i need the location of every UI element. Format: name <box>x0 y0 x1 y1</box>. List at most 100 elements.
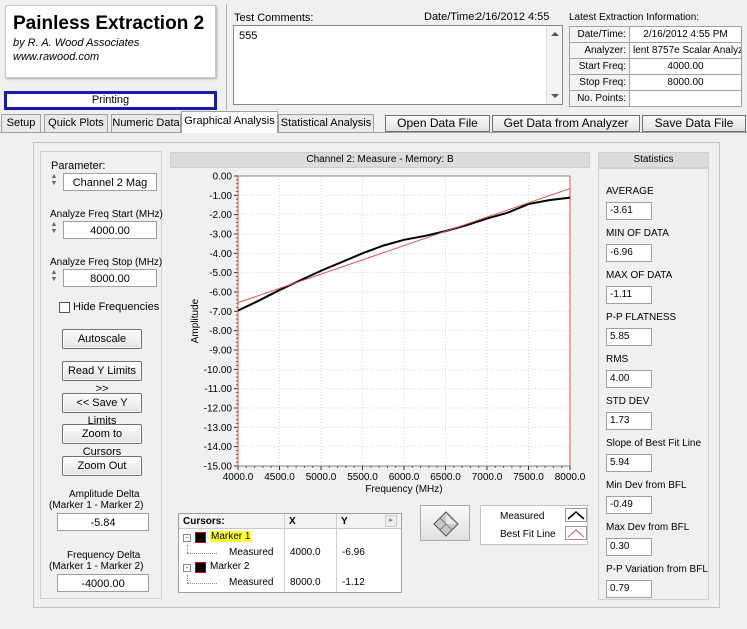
latest-info-title: Latest Extraction Information: <box>569 12 700 23</box>
legend-measured-swatch[interactable] <box>565 508 587 522</box>
zoom-to-cursors-button[interactable]: Zoom to Cursors <box>62 424 142 458</box>
tab-quick-plots[interactable]: Quick Plots <box>44 114 108 132</box>
frequency-delta-label: Frequency Delta <box>67 550 141 561</box>
save-y-limits-button[interactable]: << Save Y Limits <box>62 393 142 427</box>
scroll-up-arrow-icon[interactable] <box>551 32 559 36</box>
y-tick-label: -13.00 <box>204 423 233 434</box>
marker-1-row[interactable]: - Marker 1 <box>183 531 283 545</box>
open-data-file-button[interactable]: Open Data File <box>385 115 490 132</box>
stat-value: 4.00 <box>606 370 652 388</box>
cursors-header-y: Y <box>341 516 348 527</box>
chart-header: Channel 2: Measure - Memory: B <box>170 152 590 168</box>
latest-info-label: Start Freq: <box>569 58 630 75</box>
collapse-icon[interactable]: - <box>183 564 191 572</box>
latest-info-row: Date/Time: 2/16/2012 4:55 PM <box>569 26 742 43</box>
latest-info-value <box>629 90 742 107</box>
tab-graphical-analysis[interactable]: Graphical Analysis <box>181 111 278 133</box>
status-indicator: Printing <box>4 91 217 110</box>
stat-label: P-P Variation from BFL <box>606 564 708 575</box>
latest-info-row: Start Freq: 4000.00 <box>569 58 742 75</box>
x-axis-label: Frequency (MHz) <box>365 484 442 495</box>
save-data-file-button[interactable]: Save Data File <box>642 115 746 132</box>
stat-label: MAX OF DATA <box>606 270 673 281</box>
statistics-title: Statistics <box>633 154 674 165</box>
latest-info-row: Analyzer: lent 8757e Scalar Analyz <box>569 42 742 59</box>
app-website: www.rawood.com <box>13 51 100 63</box>
stat-value: -6.96 <box>606 244 652 262</box>
stat-value: 5.85 <box>606 328 652 346</box>
legend-bestfit-swatch[interactable] <box>565 526 587 540</box>
read-y-limits-button[interactable]: Read Y Limits >> <box>62 361 142 395</box>
x-tick-label: 5000.0 <box>306 472 337 483</box>
marker-1-child-row: Measured 4000.0 -6.96 <box>179 545 401 560</box>
amplitude-delta-value: -5.84 <box>57 513 149 531</box>
pan-tool-button[interactable] <box>420 505 470 541</box>
collapse-icon[interactable]: - <box>183 534 191 542</box>
get-data-from-analyzer-button[interactable]: Get Data from Analyzer <box>492 115 640 132</box>
x-tick-label: 7000.0 <box>472 472 503 483</box>
zoom-out-button[interactable]: Zoom Out <box>62 456 142 476</box>
tree-line <box>187 575 188 583</box>
legend-measured-label: Measured <box>500 511 545 522</box>
stat-label: MIN OF DATA <box>606 228 669 239</box>
tab-numeric-data[interactable]: Numeric Data <box>111 114 181 132</box>
cursors-header-name: Cursors: <box>183 516 225 527</box>
marker-2-row[interactable]: - Marker 2 <box>183 561 283 575</box>
y-tick-label: -12.00 <box>204 404 233 415</box>
hide-frequencies-checkbox[interactable] <box>59 302 70 313</box>
marker-icon <box>195 532 206 543</box>
stat-label: STD DEV <box>606 396 650 407</box>
amplitude-chart[interactable]: 0.00 -1.00 -2.00 -3.00 -4.00 -5.00 -6.00 -7.00 -… <box>170 168 590 508</box>
y-tick-label: -15.00 <box>204 462 233 473</box>
marker-1-x: 4000.0 <box>290 547 321 558</box>
chart-legend: Measured Best Fit Line <box>480 505 588 545</box>
datetime-label: Date/Time: <box>424 11 478 23</box>
stop-freq-input[interactable]: 8000.00 <box>63 269 157 287</box>
tree-line <box>187 545 188 553</box>
y-tick-label: -10.00 <box>204 365 233 376</box>
comments-text: 555 <box>239 30 258 42</box>
stat-value: 0.30 <box>606 538 652 556</box>
stat-label: AVERAGE <box>606 186 654 197</box>
comments-label: Test Comments: <box>234 12 314 24</box>
parameter-label: Parameter: <box>51 160 106 172</box>
stop-freq-spinner[interactable]: ▲ ▼ <box>50 269 58 285</box>
start-freq-spinner[interactable]: ▲ ▼ <box>50 221 58 237</box>
y-tick-label: -14.00 <box>204 442 233 453</box>
hide-frequencies-label: Hide Frequencies <box>73 301 160 313</box>
latest-info-label: No. Points: <box>569 90 630 107</box>
comments-textarea[interactable]: 555 <box>233 25 563 105</box>
y-tick-label: -3.00 <box>209 230 232 241</box>
y-tick-label: -1.00 <box>209 191 232 202</box>
stat-value: 0.79 <box>606 580 652 598</box>
cursors-panel: Cursors: X Y ▸ - Marker 1 Measured 4000.… <box>178 513 402 593</box>
y-axis-label: Amplitude <box>190 298 201 343</box>
statistics-header: Statistics <box>598 152 709 168</box>
latest-info-value: lent 8757e Scalar Analyz <box>629 42 742 59</box>
marker-1-name: Marker 1 <box>210 531 252 542</box>
y-tick-label: -8.00 <box>209 326 232 337</box>
y-tick-label: -7.00 <box>209 307 232 318</box>
app-author: by R. A. Wood Associates <box>13 37 140 49</box>
latest-info-row: Stop Freq: 8000.00 <box>569 74 742 91</box>
amplitude-delta-label: Amplitude Delta <box>69 489 140 500</box>
tab-statistical-analysis[interactable]: Statistical Analysis <box>278 114 374 132</box>
cursors-header-x: X <box>289 516 296 527</box>
comments-scrollbar[interactable] <box>546 26 562 104</box>
latest-info-value: 4000.00 <box>629 58 742 75</box>
start-freq-input[interactable]: 4000.00 <box>63 221 157 239</box>
cursors-scroll-icon[interactable]: ▸ <box>385 515 397 527</box>
stat-label: Min Dev from BFL <box>606 480 687 491</box>
cursors-header-row: Cursors: X Y ▸ <box>179 514 401 529</box>
app-title: Painless Extraction 2 <box>13 13 205 34</box>
marker-2-x: 8000.0 <box>290 577 321 588</box>
y-tick-label: -5.00 <box>209 268 232 279</box>
parameter-select[interactable]: Channel 2 Mag <box>63 173 157 191</box>
latest-info-label: Stop Freq: <box>569 74 630 91</box>
stat-value: -3.61 <box>606 202 652 220</box>
x-tick-label: 8000.0 <box>555 472 586 483</box>
tab-setup[interactable]: Setup <box>1 114 41 132</box>
scroll-down-arrow-icon[interactable] <box>551 94 559 98</box>
parameter-spinner[interactable]: ▲ ▼ <box>50 173 58 189</box>
autoscale-button[interactable]: Autoscale <box>62 329 142 349</box>
